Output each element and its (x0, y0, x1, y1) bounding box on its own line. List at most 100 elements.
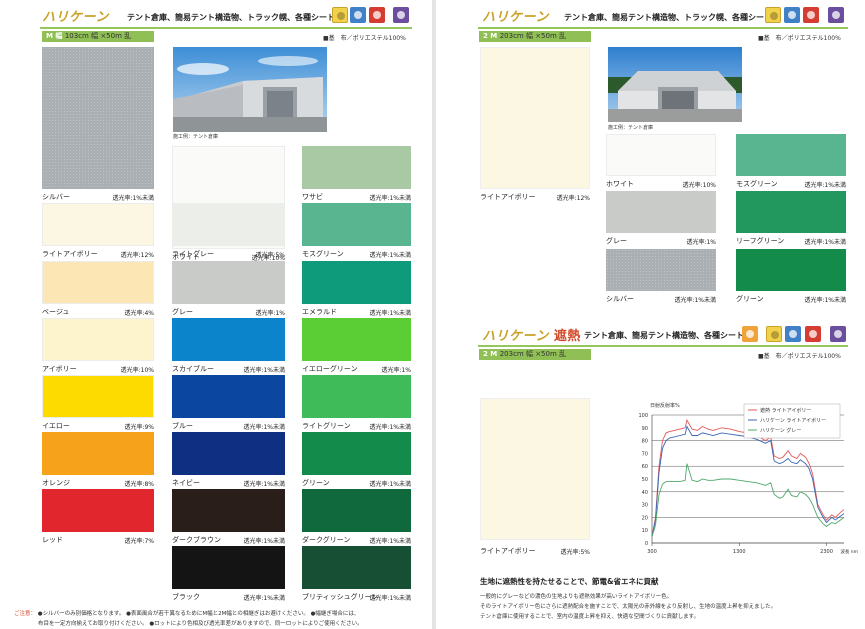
swatch-transmittance: 透光率:1%未満 (369, 538, 411, 545)
shade-width-size: 203cm 幅 ×50m 乱 (499, 350, 567, 358)
waterproof-icon (350, 7, 366, 23)
width-size: 103cm 幅 ×50m 乱 (64, 32, 132, 40)
swatch-name: イエロー (42, 422, 70, 430)
swatch-transmittance: 透光率:1%未満 (369, 424, 411, 431)
note-4: 布目を一定方向揃えてお取り付けください。 (38, 621, 148, 627)
shade-width-bar: 2 M 203cm 幅 ×50m 乱 (479, 349, 591, 360)
color-swatch (172, 546, 285, 589)
swatch-transmittance: 透光率:5% (255, 252, 285, 259)
shade-body-2: そのライトアイボリー色にさらに遮熱配合を施すことで、太陽光の赤外線をより反射し、… (480, 604, 777, 610)
shade-header-title: テント倉庫、簡易テント構造物、各種シート等 (584, 331, 752, 340)
swatch-transmittance: 透光率:10% (120, 367, 154, 374)
y-tick-label: 30 (642, 503, 648, 509)
color-swatch (302, 375, 411, 418)
header-rule (478, 27, 848, 29)
left-page: ハリケーン テント倉庫、簡易テント構造物、トラック幌、各種シート等 M 幅 10… (0, 0, 432, 629)
width-bar: 2 M 203cm 幅 ×50m 乱 (479, 31, 591, 42)
y-tick-label: 20 (642, 515, 648, 521)
swatch-name: ネイビー (172, 479, 200, 487)
flame-retardant-icon (803, 7, 819, 23)
shade-brand-logo: ハリケーン 遮熱 (482, 325, 581, 344)
swatch-name: エメラルド (302, 308, 337, 316)
swatch-transmittance: 透光率:1% (381, 367, 411, 374)
fabric-spec: ■基 布／ポリエステル100% (758, 35, 841, 42)
color-swatch (736, 249, 846, 291)
color-swatch (172, 375, 285, 418)
shade-brand: ハリケーン (482, 329, 549, 344)
flame-retardant-icon (369, 7, 385, 23)
swatch-transmittance: 透光率:1%未満 (243, 538, 285, 545)
x-tick-label: 300 (647, 549, 657, 555)
swatch-transmittance: 透光率:1%未満 (369, 252, 411, 259)
swatch-light-ivory-2m (480, 47, 590, 189)
swatch-transmittance: 透光率:9% (124, 424, 154, 431)
color-swatch (172, 261, 285, 304)
swatch-transmittance: 透光率:1%未満 (243, 367, 285, 374)
swatch-transmittance: 透光率:1%未満 (243, 481, 285, 488)
uv-icon (830, 326, 846, 342)
swatch-name: シルバー (606, 295, 634, 303)
color-swatch (172, 203, 285, 246)
y-tick-label: 50 (642, 477, 648, 483)
reflectance-chart: 0 10 20 30 40 50 60 70 80 90 100 300 1300 2300 日射反射率% 波… (608, 393, 860, 563)
y-tick-label: 0 (645, 541, 648, 547)
y-tick-label: 40 (642, 490, 648, 496)
color-swatch (302, 546, 411, 589)
shade-width-label: 2 M (483, 350, 498, 358)
legend-label: 遮熱 ライトアイボリー (760, 407, 811, 414)
swatch-name: アイボリー (42, 365, 77, 373)
swatch-transmittance: 透光率:12% (120, 252, 154, 259)
swatch-transmittance: 透光率:7% (124, 538, 154, 545)
y-axis-label: 日射反射率% (650, 402, 680, 409)
swatch-transmittance: 透光率:1%未満 (243, 595, 285, 602)
swatch-name: ブラック (172, 593, 200, 601)
swatch-transmittance: 透光率:1% (686, 239, 716, 246)
brand-logo: ハリケーン (42, 10, 109, 25)
swatch-transmittance: 透光率:1%未満 (112, 195, 154, 202)
shade-body-3: テント倉庫に使用することで、室内の温度上昇を抑え、快適な空間づくりに貢献します。 (480, 614, 700, 620)
x-tick-label: 2300 (820, 549, 833, 555)
swatch-name: ライトアイボリー (480, 193, 536, 201)
warehouse-photo (173, 47, 327, 132)
swatch-name: シルバー (42, 193, 70, 201)
swatch-transmittance: 透光率:1%未満 (369, 195, 411, 202)
legend-label: ハリケーン ライトアイボリー (760, 417, 826, 424)
shade-header-rule (478, 345, 848, 347)
swatch-name: ライトグレー (172, 250, 214, 258)
swatch-transmittance: 透光率:4% (124, 310, 154, 317)
color-swatch (606, 134, 716, 176)
y-tick-label: 60 (642, 464, 648, 470)
swatch-name: イエローグリーン (302, 365, 358, 373)
y-tick-label: 70 (642, 451, 648, 457)
swatch-name: グリーン (302, 479, 330, 487)
two-side-icon (766, 326, 782, 342)
color-swatch (302, 489, 411, 532)
swatch-name: モスグリーン (302, 250, 344, 258)
swatch-name: ライトアイボリー (42, 250, 98, 258)
width-size: 203cm 幅 ×50m 乱 (499, 32, 567, 40)
note-3: ●幅継ぎ場合には、 (310, 611, 360, 617)
shade-headline: 生地に遮熱性を持たせることで、節電&省エネに貢献 (480, 577, 659, 586)
color-swatch (42, 432, 154, 475)
swatch-transmittance: 透光率:1%未満 (243, 424, 285, 431)
swatch-transmittance: 透光率:10% (682, 182, 716, 189)
photo-caption: 施工例：テント倉庫 (608, 125, 654, 131)
note-1: ●シルバーのみ別価格となります。 (37, 611, 125, 617)
color-swatch (172, 432, 285, 475)
color-swatch (302, 146, 411, 189)
swatch-transmittance: 透光率:1%未満 (674, 297, 716, 304)
swatch-transmittance: 透光率:1%未満 (804, 239, 846, 246)
color-swatch (606, 249, 716, 291)
swatch-transmittance: 透光率:5% (560, 549, 590, 556)
reflectance-chart-svg: 0 10 20 30 40 50 60 70 80 90 100 300 1300 2300 日射反射率% 波… (638, 402, 858, 555)
y-tick-label: 90 (642, 426, 648, 432)
uv-icon (393, 7, 409, 23)
series-line-2 (651, 463, 845, 537)
waterproof-icon (784, 7, 800, 23)
color-swatch (302, 261, 411, 304)
color-swatch (606, 191, 716, 233)
shade-body-1: 一般的にグレーなどの濃色の生地よりも遮熱効果が高いライトアイボリー色。 (480, 594, 673, 600)
uv-icon (828, 7, 844, 23)
swatch-transmittance: 透光率:1%未満 (369, 595, 411, 602)
swatch-name: ワサビ (302, 193, 323, 201)
